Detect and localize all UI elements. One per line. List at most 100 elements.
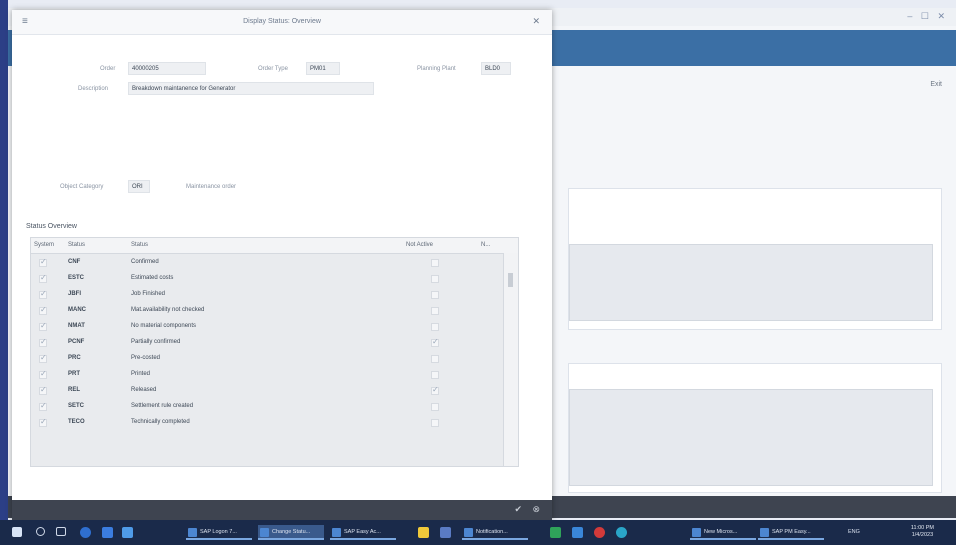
dialog-title: Display Status: Overview — [243, 18, 321, 25]
system-checkbox[interactable] — [39, 385, 47, 395]
col-status-text[interactable]: Status — [131, 242, 148, 248]
not-active-checkbox[interactable] — [431, 307, 439, 315]
col-not-active[interactable]: Not Active — [406, 242, 433, 248]
not-active-checkbox[interactable] — [431, 419, 439, 427]
not-active-checkbox[interactable] — [431, 291, 439, 299]
close-icon[interactable]: ✕ — [532, 16, 540, 27]
order-label: Order — [100, 66, 116, 72]
status-text: Pre-costed — [131, 355, 161, 361]
search-icon[interactable] — [36, 527, 45, 536]
system-checkbox[interactable] — [39, 321, 47, 331]
background-inner-box-upper — [569, 244, 933, 321]
taskbar-app[interactable]: SAP Easy Ac... — [330, 525, 396, 540]
status-text: Technically completed — [131, 419, 190, 425]
start-icon[interactable] — [12, 527, 22, 537]
status-code: PCNF — [68, 339, 85, 345]
task-view-icon[interactable] — [56, 527, 66, 536]
window-controls[interactable]: – ☐ ✕ — [907, 11, 948, 22]
object-category-text: Maintenance order — [186, 184, 237, 190]
table-row[interactable]: SETC Settlement rule created — [31, 400, 501, 416]
word-icon[interactable] — [102, 527, 113, 538]
opera-icon[interactable] — [594, 527, 605, 538]
table-row[interactable]: PRT Printed — [31, 368, 501, 384]
status-text: Settlement rule created — [131, 403, 194, 409]
col-status-code[interactable]: Status — [68, 242, 85, 248]
taskbar: SAP Logon 7... Change Statu... SAP Easy Ac… — [0, 520, 956, 545]
taskbar-app[interactable]: Notification... — [462, 525, 528, 540]
table-row[interactable]: MANC Mat.availability not checked — [31, 304, 501, 320]
status-code: SETC — [68, 403, 85, 409]
table-row[interactable]: CNF Confirmed — [31, 256, 501, 272]
not-active-checkbox[interactable] — [431, 275, 439, 283]
store-icon[interactable] — [122, 527, 133, 538]
status-code: NMAT — [68, 323, 85, 329]
status-code: MANC — [68, 307, 86, 313]
browser-icon[interactable] — [80, 527, 91, 538]
not-active-checkbox[interactable] — [431, 371, 439, 379]
status-text: Estimated costs — [131, 275, 174, 281]
taskbar-app[interactable]: Change Statu... — [258, 525, 324, 540]
notes-icon[interactable] — [418, 527, 429, 538]
status-text: Job Finished — [131, 291, 166, 297]
status-overview-title: Status Overview — [26, 223, 77, 230]
order-field[interactable]: 40000205 — [128, 62, 206, 75]
table-row[interactable]: JBFI Job Finished — [31, 288, 501, 304]
scrollbar-thumb[interactable] — [508, 273, 513, 287]
system-checkbox[interactable] — [39, 369, 47, 379]
clock[interactable]: 11:00 PM 1/4/2023 — [911, 525, 934, 539]
check-icon[interactable]: ✔ — [514, 504, 522, 515]
col-system[interactable]: System — [34, 242, 54, 248]
not-active-checkbox[interactable] — [431, 385, 439, 395]
sticky-icon[interactable] — [440, 527, 451, 538]
status-code: PRT — [68, 371, 80, 377]
background-inner-box-lower — [569, 389, 933, 486]
excel-icon[interactable] — [550, 527, 561, 538]
status-text: Released — [131, 387, 157, 393]
status-table-header: System Status Status Not Active N... — [31, 238, 518, 254]
order-type-field[interactable]: PM01 — [306, 62, 340, 75]
not-active-checkbox[interactable] — [431, 323, 439, 331]
status-code: JBFI — [68, 291, 82, 297]
table-row[interactable]: REL Released — [31, 384, 501, 400]
background-panel-upper — [568, 188, 942, 330]
not-active-checkbox[interactable] — [431, 403, 439, 411]
table-row[interactable]: PRC Pre-costed — [31, 352, 501, 368]
order-type-label: Order Type — [258, 66, 288, 72]
taskbar-app[interactable]: New Micros... — [690, 525, 756, 540]
cancel-icon[interactable]: ⊗ — [532, 504, 540, 515]
status-code: CNF — [68, 259, 81, 265]
planning-plant-label: Planning Plant — [417, 66, 456, 72]
system-checkbox[interactable] — [39, 289, 47, 299]
not-active-checkbox[interactable] — [431, 337, 439, 347]
object-category-field[interactable]: ORI — [128, 180, 150, 193]
table-scrollbar[interactable] — [503, 253, 518, 466]
system-checkbox[interactable] — [39, 257, 47, 267]
exit-button[interactable]: Exit — [930, 81, 942, 88]
system-checkbox[interactable] — [39, 417, 47, 427]
table-row[interactable]: PCNF Partially confirmed — [31, 336, 501, 352]
system-checkbox[interactable] — [39, 337, 47, 347]
system-checkbox[interactable] — [39, 273, 47, 283]
taskbar-app[interactable]: SAP Logon 7... — [186, 525, 252, 540]
table-row[interactable]: NMAT No material components — [31, 320, 501, 336]
status-text: Partially confirmed — [131, 339, 181, 345]
language-indicator[interactable]: ENG — [848, 525, 860, 540]
status-overview-dialog: ≡ Display Status: Overview ✕ Order 40000… — [12, 10, 552, 520]
system-checkbox[interactable] — [39, 305, 47, 315]
background-panel-lower — [568, 363, 942, 493]
planning-plant-field[interactable]: BLD0 — [481, 62, 511, 75]
object-category-label: Object Category — [60, 184, 104, 190]
status-code: PRC — [68, 355, 81, 361]
not-active-checkbox[interactable] — [431, 355, 439, 363]
table-row[interactable]: TECO Technically completed — [31, 416, 501, 432]
system-checkbox[interactable] — [39, 401, 47, 411]
edge-icon[interactable] — [616, 527, 627, 538]
status-text: Mat.availability not checked — [131, 307, 205, 313]
table-row[interactable]: ESTC Estimated costs — [31, 272, 501, 288]
description-field[interactable]: Breakdown maintanence for Generator — [128, 82, 374, 95]
not-active-checkbox[interactable] — [431, 259, 439, 267]
col-n[interactable]: N... — [481, 242, 490, 248]
system-checkbox[interactable] — [39, 353, 47, 363]
taskbar-app[interactable]: SAP PM Easy... — [758, 525, 824, 540]
mail-icon[interactable] — [572, 527, 583, 538]
